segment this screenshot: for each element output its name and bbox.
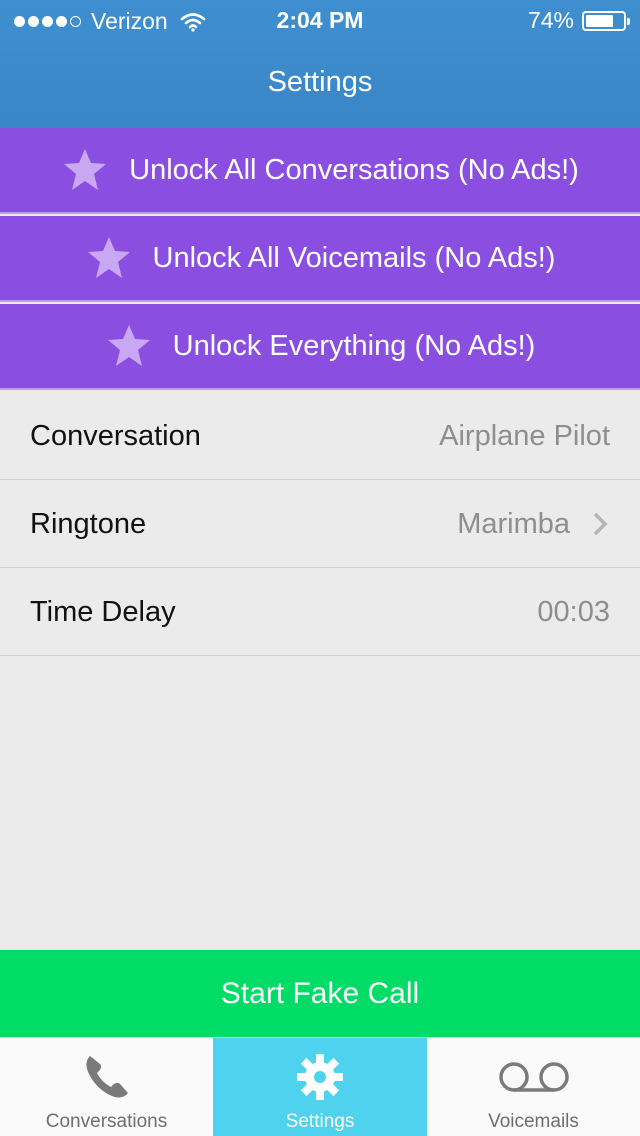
row-value: Airplane Pilot (439, 420, 610, 452)
tab-conversations[interactable]: Conversations (0, 1038, 213, 1136)
tab-label: Settings (285, 1111, 355, 1132)
start-fake-call-button[interactable]: Start Fake Call (0, 950, 640, 1037)
unlock-label: Unlock All Conversations (No Ads!) (129, 153, 579, 186)
battery-level (586, 14, 613, 27)
phone-icon (85, 1056, 128, 1098)
battery-percent: 74% (527, 7, 574, 33)
star-icon (64, 149, 107, 190)
page-title: Settings (267, 66, 373, 98)
tab-label: Voicemails (488, 1111, 579, 1132)
unlock-label: Unlock All Voicemails (No Ads!) (152, 241, 556, 274)
time-delay-row[interactable]: Time Delay 00:03 (0, 568, 640, 656)
row-label: Ringtone (30, 508, 147, 540)
unlock-label: Unlock Everything (No Ads!) (172, 329, 536, 362)
conversation-row[interactable]: Conversation Airplane Pilot (0, 392, 640, 480)
chevron-right-icon (593, 512, 608, 536)
tab-voicemails[interactable]: Voicemails (427, 1038, 640, 1136)
tab-settings[interactable]: Settings (213, 1038, 427, 1136)
row-label: Conversation (30, 420, 201, 452)
star-icon (107, 325, 150, 366)
gear-icon (297, 1054, 343, 1100)
ringtone-row[interactable]: Ringtone Marimba (0, 480, 640, 568)
unlock-all-voicemails-button[interactable]: Unlock All Voicemails (No Ads!) (0, 216, 640, 302)
voicemail-icon (498, 1062, 569, 1092)
star-icon (87, 237, 130, 278)
tab-label: Conversations (45, 1111, 168, 1132)
header-bar: Verizon 2:04 PM 74% Settings (0, 0, 640, 128)
status-bar: Verizon 2:04 PM 74% (0, 0, 640, 40)
battery-icon (582, 10, 630, 31)
tab-bar: Conversations Settings Voicemails (0, 1037, 640, 1136)
unlock-all-conversations-button[interactable]: Unlock All Conversations (No Ads!) (0, 128, 640, 214)
row-label: Time Delay (30, 596, 176, 628)
status-right: 74% (527, 7, 630, 34)
row-value: Marimba (457, 508, 570, 540)
row-value: 00:03 (537, 596, 610, 628)
unlock-everything-button[interactable]: Unlock Everything (No Ads!) (0, 304, 640, 390)
